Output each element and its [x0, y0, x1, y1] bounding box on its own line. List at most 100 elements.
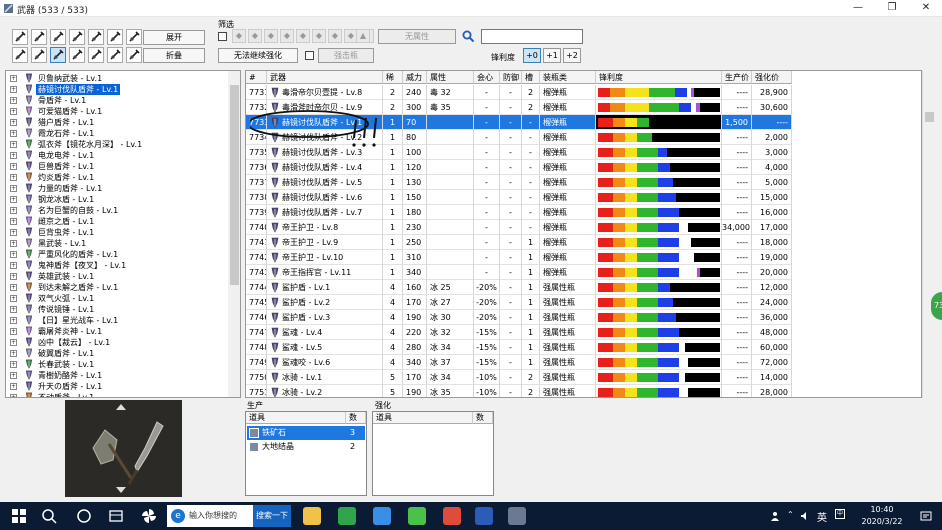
search-icon[interactable] — [462, 30, 475, 43]
collapse-button[interactable]: 折叠 — [143, 48, 205, 63]
search-input[interactable] — [481, 29, 583, 44]
grid-header-col-phial[interactable]: 装瓶类 — [540, 71, 596, 84]
tree-item[interactable]: + 巨背虫斧 - Lv.1 — [6, 227, 226, 238]
tree-item[interactable]: + 可爱猫盾斧 - Lv.1 — [6, 106, 226, 117]
sword-shield-filter-icon[interactable] — [50, 29, 66, 45]
dual-blades-filter-icon[interactable] — [69, 29, 85, 45]
widgets-icon[interactable] — [107, 507, 125, 525]
tree-expand-icon[interactable]: + — [10, 251, 17, 258]
start-icon[interactable] — [10, 507, 28, 525]
tree-scroll-thumb[interactable] — [230, 85, 239, 285]
task-view-icon[interactable] — [75, 507, 93, 525]
pinwheel-icon[interactable] — [140, 507, 158, 525]
tree-expand-icon[interactable]: + — [10, 141, 17, 148]
table-row[interactable]: 7742帝王护卫 - Lv.101310--1榴弹瓶----19,000 — [246, 250, 914, 265]
tree-expand-icon[interactable]: + — [10, 130, 17, 137]
table-row[interactable]: 7741帝王护卫 - Lv.91250--1榴弹瓶----18,000 — [246, 235, 914, 250]
table-row[interactable]: 7734赫镜讨伐队盾斧 - Lv.2180---榴弹瓶----2,000 — [246, 130, 914, 145]
grid-scrollbar[interactable] — [922, 70, 936, 398]
tree-item[interactable]: + 英雄武装 - Lv.1 — [6, 271, 226, 282]
tree-expand-icon[interactable]: + — [10, 350, 17, 357]
tree-item[interactable]: + 双气火弧 - Lv.1 — [6, 293, 226, 304]
tree-item[interactable]: + 巨兽盾斧 - Lv.1 — [6, 161, 226, 172]
tree-scrollbar[interactable] — [228, 71, 240, 397]
weapon-grid[interactable]: #武器稀威力属性会心防御槽装瓶类锋利度生产价强化价 7731 毒滑帝尔贝壹提 - … — [245, 70, 922, 398]
table-row[interactable]: 7737赫镜讨伐队盾斧 - Lv.51130---榴弹瓶----5,000 — [246, 175, 914, 190]
tree-expand-icon[interactable]: + — [10, 262, 17, 269]
tree-expand-icon[interactable]: + — [10, 207, 17, 214]
hammer-filter-icon[interactable] — [88, 29, 104, 45]
table-row[interactable]: 7748 鲨魂 - Lv.5 4280冰 34-15%-1强属性瓶 ----60,00… — [246, 340, 914, 355]
grid-header-col-slot[interactable]: 槽 — [522, 71, 540, 84]
sharpness-plus1[interactable]: +1 — [543, 48, 561, 63]
word-icon[interactable] — [475, 507, 493, 525]
tree-item[interactable]: + 传说镜锤 - Lv.1 — [6, 304, 226, 315]
lance-filter-icon[interactable] — [126, 29, 142, 45]
no-attr-button[interactable]: 无属性 — [378, 29, 456, 44]
tree-item[interactable]: + 雌京之盾 - Lv.1 — [6, 216, 226, 227]
sharpness-plus0[interactable]: +0 — [523, 48, 541, 63]
tree-item[interactable]: + 力量的盾斧 - Lv.1 — [6, 183, 226, 194]
table-row[interactable]: 7744 鲨护盾 - Lv.1 4160冰 25-20%-1强属性瓶 ----12,0… — [246, 280, 914, 295]
heavy-bowgun-filter-icon[interactable] — [107, 47, 123, 63]
thunder-element-icon[interactable]: ◆ — [264, 29, 278, 43]
notification-icon[interactable] — [920, 510, 932, 522]
table-row[interactable]: 7746 鲨护盾 - Lv.3 4190冰 30-20%-1强属性瓶 ----36,0… — [246, 310, 914, 325]
table-row[interactable]: 7733赫镜讨伐队盾斧 - Lv.1170---榴弹瓶1,500---- — [246, 115, 914, 130]
store-icon[interactable] — [373, 507, 391, 525]
tree-expand-icon[interactable]: + — [10, 119, 17, 126]
tree-item[interactable]: + 名为巨蟹的自鼓 - Lv.1 — [6, 205, 226, 216]
table-row[interactable]: 7735赫镜讨伐队盾斧 - Lv.31100---榴弹瓶----3,000 — [246, 145, 914, 160]
tree-item[interactable]: + 【日】星光战车 - Lv.1 — [6, 315, 226, 326]
tree-expand-icon[interactable]: + — [10, 185, 17, 192]
tree-expand-icon[interactable]: + — [10, 218, 17, 225]
tree-item[interactable]: + 灼炎盾斧 - Lv.1 — [6, 172, 226, 183]
tree-expand-icon[interactable]: + — [10, 229, 17, 236]
tree-item[interactable]: + 贝鲁纳武装 - Lv.1 — [6, 73, 226, 84]
tree-expand-icon[interactable]: + — [10, 306, 17, 313]
gunlance-filter-icon[interactable] — [12, 47, 28, 63]
tree-expand-icon[interactable]: + — [10, 383, 17, 390]
grid-header-col-sharpness[interactable]: 锋利度 — [596, 71, 722, 84]
table-row[interactable]: 7751 冰骑 - Lv.2 5190冰 35-10%-2强属性瓶 ----28,00… — [246, 385, 914, 397]
tree-expand-icon[interactable]: + — [10, 152, 17, 159]
grid-header-col-attack[interactable]: 威力 — [403, 71, 427, 84]
tree-expand-icon[interactable]: + — [10, 273, 17, 280]
grid-header-col-weapon[interactable]: 武器 — [267, 71, 383, 84]
tree-expand-icon[interactable]: + — [10, 174, 17, 181]
taskbar-search-button[interactable]: 搜索一下 — [253, 505, 291, 527]
tree-expand-icon[interactable]: + — [10, 75, 17, 82]
tree-expand-icon[interactable]: + — [10, 108, 17, 115]
bottle-filter-icon[interactable]: ▲ — [356, 29, 370, 43]
tree-item[interactable]: + 猎户盾斧 - Lv.1 — [6, 117, 226, 128]
table-row[interactable]: 7747 鲨魂 - Lv.4 4220冰 32-15%-1强属性瓶 ----48,00… — [246, 325, 914, 340]
grid-header-col-craft-price[interactable]: 生产价 — [722, 71, 752, 84]
sharpness-plus2[interactable]: +2 — [563, 48, 581, 63]
ime-indicator[interactable]: 英 — [817, 509, 827, 524]
phial-filter[interactable]: 强击瓶 — [318, 48, 374, 63]
tree-item[interactable]: + 长春武装 - Lv.1 — [6, 359, 226, 370]
tray-chevron-icon[interactable]: ⌃ — [787, 510, 797, 519]
light-bowgun-filter-icon[interactable] — [88, 47, 104, 63]
insect-glaive-filter-icon[interactable] — [69, 47, 85, 63]
tree-expand-icon[interactable]: + — [10, 295, 17, 302]
chrome-icon[interactable] — [443, 507, 461, 525]
tree-item[interactable]: + 青樹奶酪斧 - Lv.1 — [6, 370, 226, 381]
table-row[interactable]: 7750 冰骑 - Lv.1 5170冰 34-10%-2强属性瓶 ----14,00… — [246, 370, 914, 385]
clock-date[interactable]: 2020/3/22 — [858, 517, 906, 526]
tree-expand-icon[interactable]: + — [10, 284, 17, 291]
speaker-icon[interactable] — [800, 511, 810, 521]
tree-item[interactable]: + 骨盾斧 - Lv.1 — [6, 95, 226, 106]
table-row[interactable]: 7732毒滑斧时帝尔贝 - Lv.92300毒 35--2榴弹瓶----30,6… — [246, 100, 914, 115]
tree-item[interactable]: + 赫镜讨伐队盾斧 - Lv.1 — [6, 84, 226, 95]
filter-checkbox[interactable] — [218, 32, 227, 41]
table-row[interactable]: 7743帝王指挥官 - Lv.111340--1榴弹瓶----20,000 — [246, 265, 914, 280]
grid-header-col-id[interactable]: # — [246, 71, 267, 84]
production-row[interactable]: 大地结晶 2 — [247, 440, 365, 454]
tree-item[interactable]: + 钢龙冰盾 - Lv.1 — [6, 194, 226, 205]
long-sword-filter-icon[interactable] — [31, 29, 47, 45]
table-row[interactable]: 7745 鲨护盾 - Lv.2 4170冰 27-20%-1强属性瓶 ----24,0… — [246, 295, 914, 310]
grid-header-col-defense[interactable]: 防御 — [500, 71, 522, 84]
tree-expand-icon[interactable]: + — [10, 339, 17, 346]
tree-item[interactable]: + 弧衣斧【镜花水月深】 - Lv.1 — [6, 139, 226, 150]
